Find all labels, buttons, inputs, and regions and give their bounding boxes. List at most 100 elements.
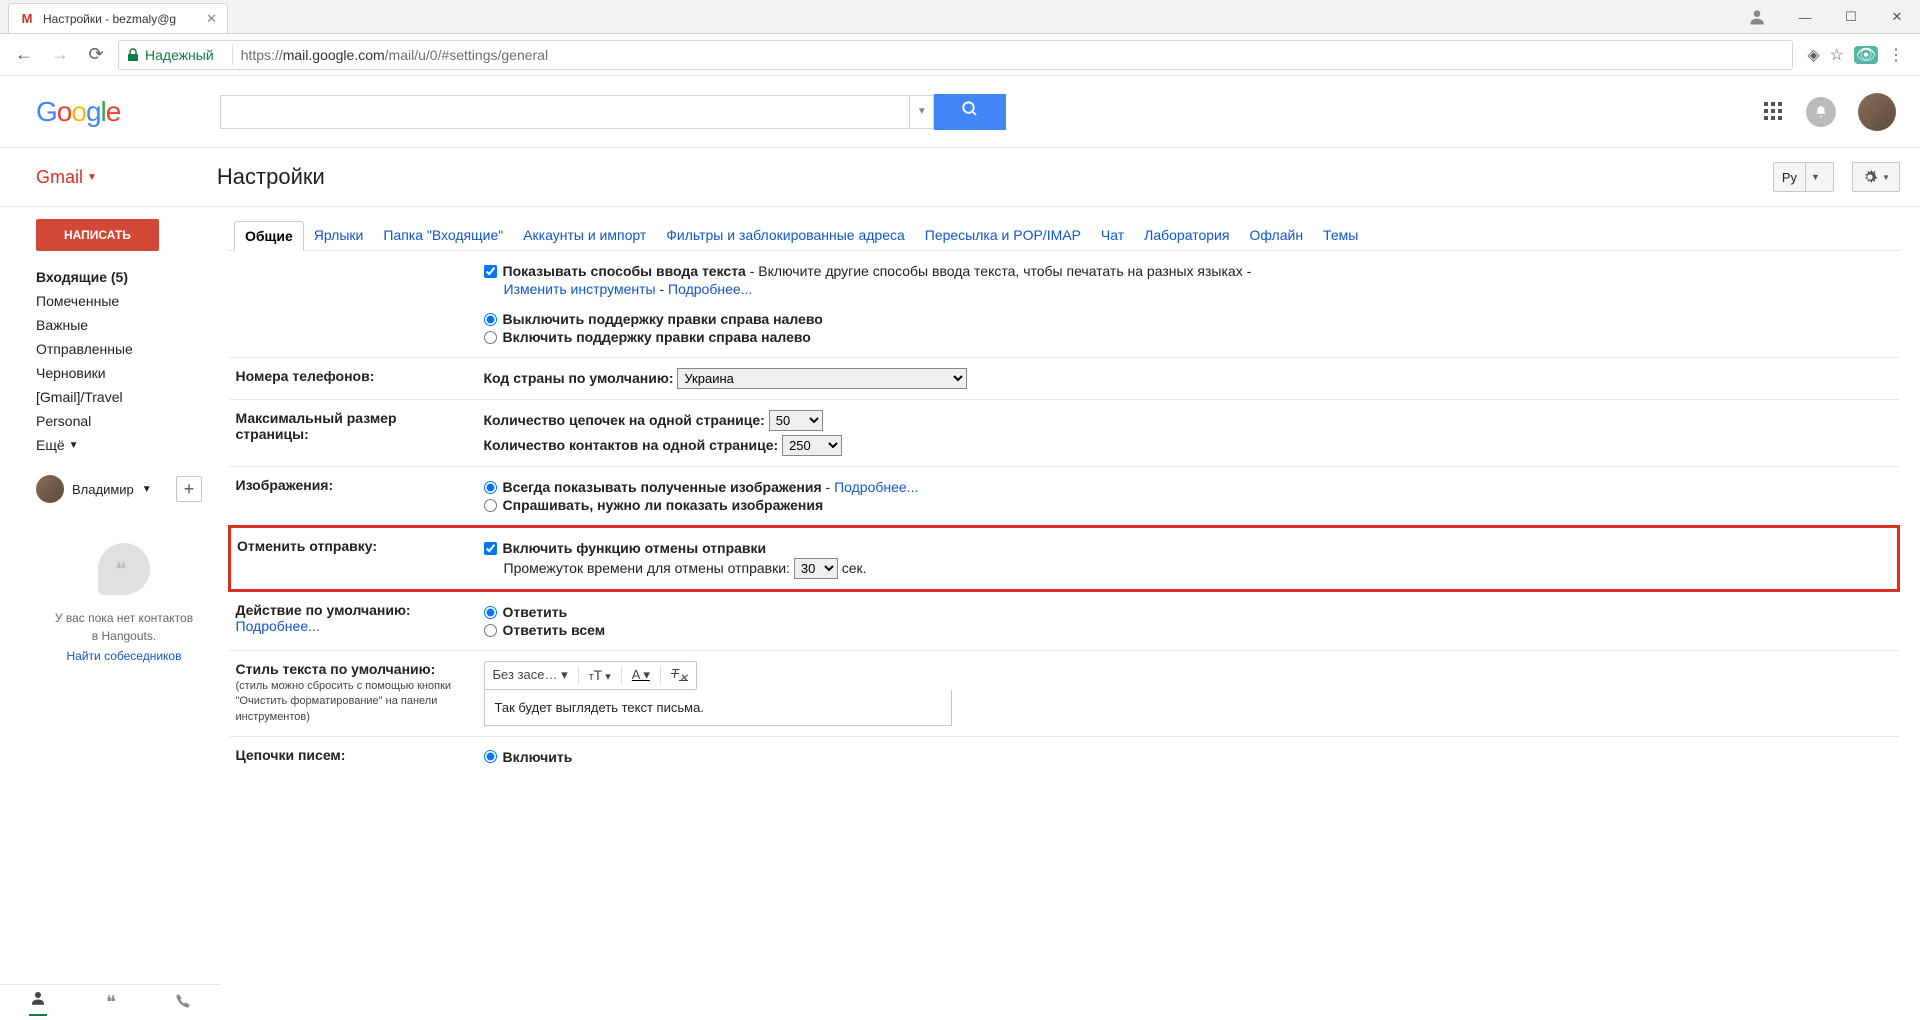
sidebar-item[interactable]: Черновики [36, 361, 212, 385]
profile-row: Владимир ▼ + [36, 475, 212, 503]
default-action-more-link[interactable]: Подробнее... [236, 618, 320, 634]
hangouts-empty-text: У вас пока нет контактов в Hangouts. [36, 609, 212, 645]
hangouts-icon [98, 543, 150, 595]
url-text: https://mail.google.com/mail/u/0/#settin… [241, 47, 548, 63]
close-icon[interactable]: ✕ [206, 11, 217, 27]
default-action-label: Действие по умолчанию: Подробнее... [230, 591, 480, 651]
threads-per-page-select[interactable]: 50 [769, 410, 823, 431]
images-learn-more-link[interactable]: Подробнее... [834, 479, 918, 495]
star-icon[interactable]: ☆ [1830, 45, 1844, 65]
chevron-down-icon: ▼ [87, 172, 97, 183]
maximize-button[interactable]: ☐ [1828, 0, 1874, 34]
font-color-dropdown[interactable]: A ▾ [632, 667, 650, 683]
compose-button[interactable]: НАПИСАТЬ [36, 219, 159, 251]
minimize-button[interactable]: — [1782, 0, 1828, 34]
gmail-dropdown[interactable]: Gmail▼ [36, 167, 97, 188]
settings-tab[interactable]: Общие [234, 221, 304, 251]
sidebar-item[interactable]: Важные [36, 313, 212, 337]
address-bar[interactable]: Надежный https://mail.google.com/mail/u/… [118, 40, 1793, 70]
settings-tab[interactable]: Фильтры и заблокированные адреса [656, 221, 915, 250]
pagesize-label: Максимальный размер страницы: [230, 400, 480, 467]
google-header: Google ▼ [0, 76, 1920, 148]
apps-icon[interactable] [1764, 102, 1784, 122]
settings-tab[interactable]: Офлайн [1239, 221, 1313, 250]
settings-content: ОбщиеЯрлыкиПапка "Входящие"Аккаунты и им… [220, 207, 1920, 777]
search-box: ▼ [220, 94, 1006, 130]
text-style-toolbar: Без засе… ▾ тT ▾ A ▾ T✕ [484, 661, 697, 690]
font-family-dropdown[interactable]: Без засе… ▾ [493, 667, 568, 683]
sidebar-item[interactable]: Ещё▼ [36, 433, 212, 457]
phone-tab-icon[interactable] [175, 993, 191, 1012]
extension-icon[interactable]: 👁 [1854, 46, 1878, 64]
menu-icon[interactable]: ⋮ [1888, 45, 1904, 65]
browser-tab[interactable]: M Настройки - bezmaly@g ✕ [8, 3, 228, 33]
diamond-icon[interactable]: ◈ [1807, 45, 1819, 65]
sidebar-item[interactable]: Входящие (5) [36, 265, 212, 289]
contacts-tab-icon[interactable] [29, 989, 47, 1016]
settings-tab[interactable]: Лаборатория [1134, 221, 1239, 250]
settings-tab[interactable]: Аккаунты и импорт [513, 221, 656, 250]
sidebar-item[interactable]: Отправленные [36, 337, 212, 361]
sidebar-item[interactable]: Personal [36, 409, 212, 433]
sub-header: Gmail▼ Настройки Ру▼ ▼ [0, 148, 1920, 207]
close-window-button[interactable]: ✕ [1874, 0, 1920, 34]
find-contacts-link[interactable]: Найти собеседников [36, 649, 212, 663]
settings-tab[interactable]: Чат [1091, 221, 1134, 250]
search-input[interactable] [220, 95, 910, 129]
reply-all-radio[interactable] [484, 624, 497, 637]
profile-name[interactable]: Владимир [72, 482, 134, 497]
chrome-account-icon[interactable] [1742, 2, 1772, 32]
google-logo[interactable]: Google [36, 96, 120, 128]
country-code-select[interactable]: Украина [677, 368, 967, 389]
hangouts-bottom-bar: ❝ [0, 984, 220, 1020]
change-tools-link[interactable]: Изменить инструменты [504, 281, 656, 297]
header-right [1764, 93, 1896, 131]
font-size-dropdown[interactable]: тT ▾ [589, 667, 611, 683]
gmail-favicon: M [19, 11, 35, 27]
contacts-per-page-select[interactable]: 250 [782, 435, 842, 456]
text-style-preview: Так будет выглядеть текст письма. [484, 690, 952, 726]
tab-title: Настройки - bezmaly@g [43, 12, 198, 26]
settings-tab[interactable]: Папка "Входящие" [373, 221, 513, 250]
learn-more-link[interactable]: Подробнее... [668, 281, 752, 297]
settings-tab[interactable]: Ярлыки [304, 221, 374, 250]
settings-tab[interactable]: Пересылка и POP/IMAP [915, 221, 1091, 250]
undo-period-select[interactable]: 30 [794, 558, 838, 579]
sidebar: НАПИСАТЬ Входящие (5)ПомеченныеВажныеОтп… [0, 207, 220, 777]
secure-indicator: Надежный [127, 47, 214, 63]
rtl-on-radio[interactable] [484, 331, 497, 344]
chevron-down-icon: ▼ [142, 484, 152, 495]
search-button[interactable] [934, 94, 1006, 130]
notifications-icon[interactable] [1806, 97, 1836, 127]
threads-on-radio[interactable] [484, 750, 497, 763]
images-always-radio[interactable] [484, 481, 497, 494]
threads-label: Цепочки писем: [230, 736, 480, 777]
profile-avatar[interactable] [36, 475, 64, 503]
addr-extensions: ◈ ☆ 👁 ⋮ [1801, 45, 1910, 65]
images-ask-radio[interactable] [484, 499, 497, 512]
back-button[interactable]: ← [10, 41, 38, 69]
phone-label: Номера телефонов: [230, 358, 480, 400]
hangouts-tab-icon[interactable]: ❝ [106, 992, 116, 1013]
forward-button: → [46, 41, 74, 69]
add-contact-button[interactable]: + [176, 476, 202, 502]
clear-formatting-button[interactable]: T✕ [671, 666, 688, 685]
search-dropdown-arrow[interactable]: ▼ [910, 95, 934, 129]
settings-tabs: ОбщиеЯрлыкиПапка "Входящие"Аккаунты и им… [228, 215, 1900, 251]
rtl-off-radio[interactable] [484, 313, 497, 326]
sidebar-item[interactable]: [Gmail]/Travel [36, 385, 212, 409]
reply-radio[interactable] [484, 606, 497, 619]
reload-button[interactable]: ⟳ [82, 41, 110, 69]
page-title: Настройки [217, 164, 325, 190]
sidebar-item[interactable]: Помеченные [36, 289, 212, 313]
show-input-methods-checkbox[interactable] [484, 265, 497, 278]
undo-send-checkbox[interactable] [484, 542, 497, 555]
browser-tab-strip: M Настройки - bezmaly@g ✕ — ☐ ✕ [0, 0, 1920, 34]
settings-tab[interactable]: Темы [1313, 221, 1368, 250]
images-label: Изображения: [230, 467, 480, 527]
undo-send-label: Отменить отправку: [230, 527, 480, 591]
input-language-button[interactable]: Ру▼ [1773, 162, 1834, 192]
user-avatar[interactable] [1858, 93, 1896, 131]
settings-gear-button[interactable]: ▼ [1852, 162, 1900, 192]
browser-toolbar: ← → ⟳ Надежный https://mail.google.com/m… [0, 34, 1920, 76]
